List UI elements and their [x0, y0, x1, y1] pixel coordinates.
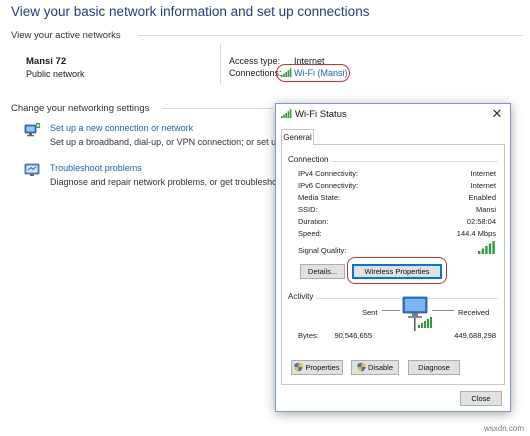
- sent-label: Sent: [362, 308, 378, 317]
- network-type: Public network: [26, 69, 85, 79]
- signal-quality-icon: [476, 240, 496, 256]
- close-button[interactable]: Close: [460, 391, 502, 406]
- signal-quality-label: Signal Quality:: [298, 246, 347, 255]
- duration-label: Duration:: [298, 217, 329, 226]
- uac-shield-icon: [294, 362, 303, 376]
- dialog-title: Wi-Fi Status: [295, 109, 347, 120]
- setup-connection-link[interactable]: Set up a new connection or network: [50, 123, 193, 133]
- properties-button[interactable]: Properties: [291, 360, 343, 375]
- ipv6-label: IPv6 Connectivity:: [298, 181, 359, 190]
- network-setup-icon: [24, 122, 42, 138]
- change-settings-heading: Change your networking settings: [11, 103, 150, 114]
- signal-bar: [492, 241, 495, 254]
- section-divider: [162, 108, 274, 109]
- highlight-oval: [276, 64, 350, 82]
- ipv4-label: IPv4 Connectivity:: [298, 169, 359, 178]
- section-divider: [138, 35, 523, 36]
- disable-button[interactable]: Disable: [351, 360, 399, 375]
- active-networks-heading: View your active networks: [11, 30, 121, 41]
- group-divider: [288, 298, 498, 299]
- tab-general[interactable]: General: [281, 129, 314, 145]
- page-title: View your basic network information and …: [11, 4, 370, 19]
- bytes-label: Bytes:: [298, 331, 319, 340]
- media-state-value: Enabled: [468, 193, 496, 202]
- diagnose-button[interactable]: Diagnose: [408, 360, 460, 375]
- sent-line: [382, 310, 400, 311]
- uac-shield-icon: [357, 362, 366, 376]
- ssid-label: SSID:: [298, 205, 318, 214]
- signal-bar: [481, 248, 484, 254]
- ipv4-value: Internet: [470, 169, 496, 178]
- bytes-received-value: 449,688,298: [454, 331, 496, 340]
- connection-group-label: Connection: [288, 155, 332, 164]
- duration-value: 02:58:04: [466, 217, 496, 226]
- access-type-label: Access type:: [229, 56, 281, 66]
- ssid-value: Mansi: [475, 205, 496, 214]
- troubleshoot-desc: Diagnose and repair network problems, or…: [50, 177, 275, 187]
- watermark: wsxdn.com: [483, 424, 524, 433]
- troubleshoot-link[interactable]: Troubleshoot problems: [50, 163, 142, 173]
- wifi-status-dialog: Wi-Fi Status ✕ General Connection IPv4 C…: [275, 103, 511, 412]
- dialog-titlebar[interactable]: Wi-Fi Status ✕: [276, 104, 510, 126]
- activity-group-label: Activity: [288, 292, 317, 301]
- details-button[interactable]: Details...: [300, 264, 345, 279]
- ipv6-value: Internet: [470, 181, 496, 190]
- network-name: Mansi 72: [26, 56, 67, 67]
- media-state-label: Media State:: [298, 193, 341, 202]
- network-activity-icon: [400, 295, 434, 335]
- signal-bar: [488, 243, 492, 254]
- received-label: Received: [458, 308, 490, 317]
- troubleshoot-icon: [24, 162, 42, 178]
- received-line: [432, 310, 454, 311]
- wifi-signal-icon: [281, 109, 292, 120]
- highlight-oval: [347, 257, 447, 284]
- close-icon[interactable]: ✕: [490, 107, 504, 121]
- speed-value: 144.4 Mbps: [456, 229, 496, 238]
- bytes-sent-value: 90,546,655: [334, 331, 372, 340]
- properties-label: Properties: [305, 363, 340, 372]
- signal-bar: [485, 246, 488, 254]
- setup-connection-desc: Set up a broadband, dial-up, or VPN conn…: [50, 137, 275, 147]
- vertical-divider: [220, 44, 221, 84]
- general-tab-panel: Connection IPv4 Connectivity: Internet I…: [281, 144, 505, 385]
- signal-bar: [478, 251, 481, 254]
- speed-label: Speed:: [298, 229, 322, 238]
- connections-label: Connections:: [229, 68, 282, 78]
- disable-label: Disable: [367, 363, 393, 372]
